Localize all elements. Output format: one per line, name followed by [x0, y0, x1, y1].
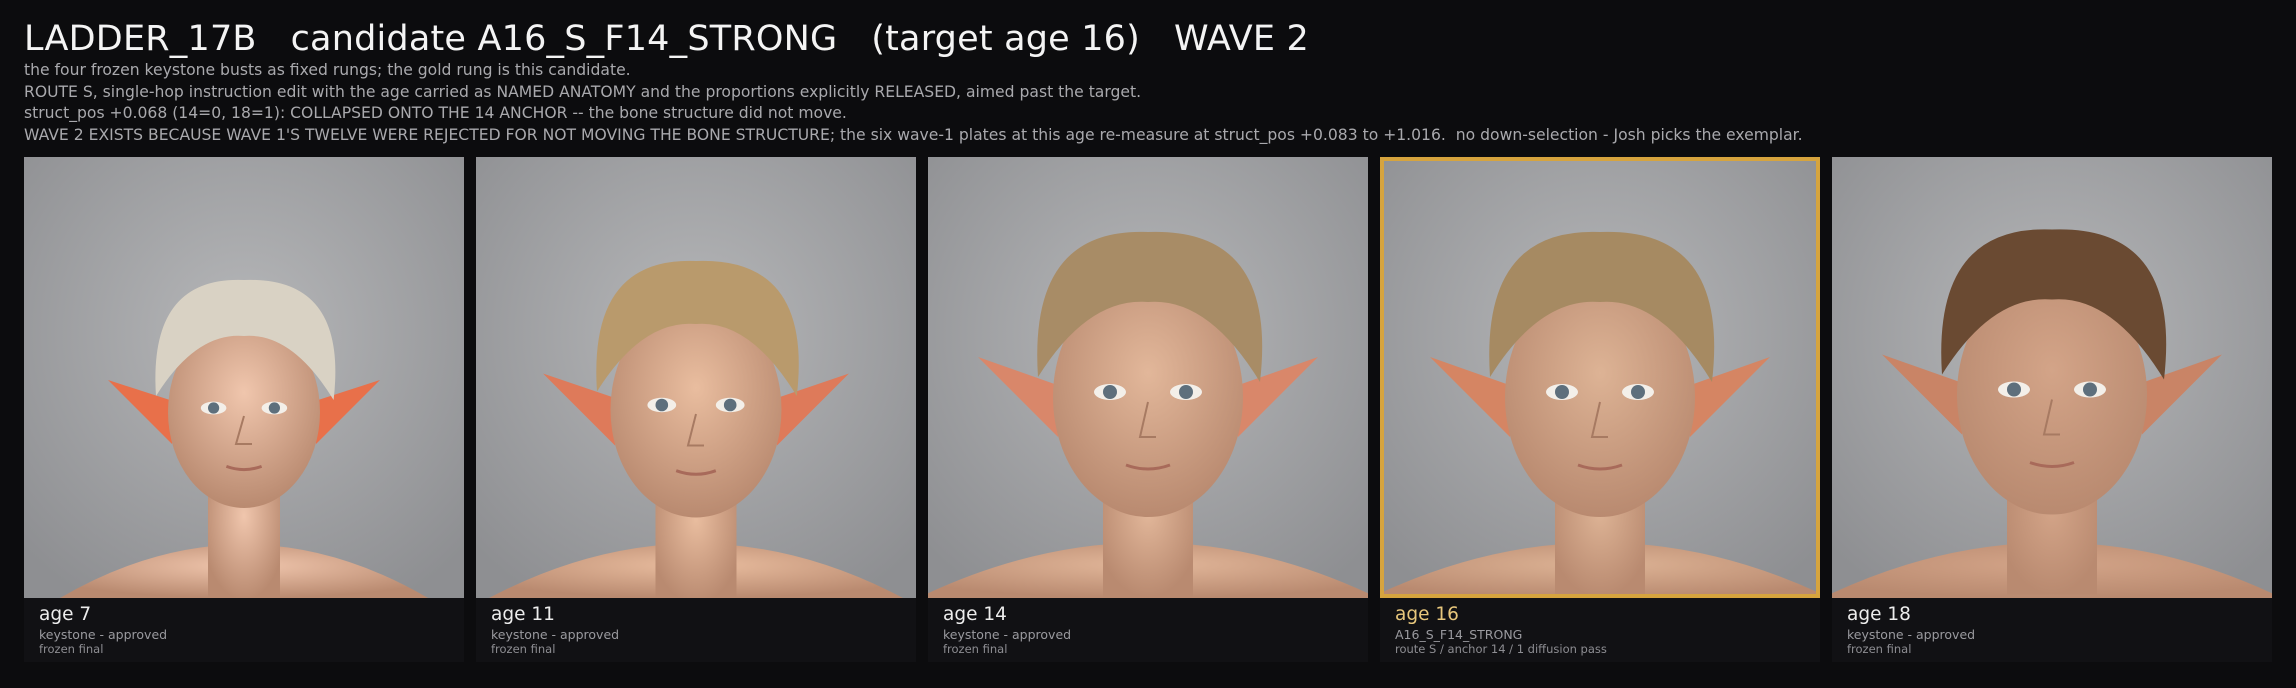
subtitle-line-4: WAVE 2 EXISTS BECAUSE WAVE 1'S TWELVE WE…: [24, 125, 1803, 144]
rung-detail-label: route S / anchor 14 / 1 diffusion pass: [1395, 642, 1607, 656]
portrait-image[interactable]: [24, 157, 464, 598]
rung-age-label: age 11: [491, 604, 555, 625]
rung-age-label: age 7: [39, 604, 92, 625]
rung-caption: age 16 A16_S_F14_STRONG route S / anchor 1…: [1380, 598, 1820, 662]
rung-detail-label: frozen final: [943, 642, 1008, 656]
rung-age-label: age 14: [943, 604, 1007, 625]
portrait-bust-illustration: [1832, 157, 2272, 598]
subtitle-line-2: ROUTE S, single-hop instruction edit wit…: [24, 82, 1142, 101]
portrait-bust-illustration: [476, 157, 916, 598]
rung-caption: age 11 keystone - approved frozen final: [476, 598, 916, 662]
rung-detail-label: frozen final: [39, 642, 104, 656]
portrait-image[interactable]: [1832, 157, 2272, 598]
subtitle-line-1: the four frozen keystone busts as fixed …: [24, 61, 631, 79]
rung-caption: age 18 keystone - approved frozen final: [1832, 598, 2272, 662]
portrait-bust-illustration: [24, 157, 464, 598]
portrait-bust-illustration: [1380, 157, 1820, 598]
rung-status-label: keystone - approved: [1847, 627, 1976, 642]
page-title: LADDER_17B candidate A16_S_F14_STRONG (t…: [24, 19, 1310, 59]
rung-card-3[interactable]: age 14 keystone - approved frozen final: [928, 157, 1368, 663]
rung-status-label: A16_S_F14_STRONG: [1395, 627, 1523, 642]
subtitle-line-3: struct_pos +0.068 (14=0, 18=1): COLLAPSE…: [24, 104, 847, 122]
rung-card-4[interactable]: age 16 A16_S_F14_STRONG route S / anchor 1…: [1380, 157, 1820, 663]
rung-detail-label: frozen final: [1847, 642, 1912, 656]
header: LADDER_17B candidate A16_S_F14_STRONG (t…: [24, 18, 2274, 146]
rung-status-label: keystone - approved: [491, 627, 620, 642]
rung-age-label: age 16: [1395, 604, 1459, 625]
rung-caption: age 14 keystone - approved frozen final: [928, 598, 1368, 662]
rung-card-1[interactable]: age 7 keystone - approved frozen final: [24, 157, 464, 663]
portrait-bust-illustration: [928, 157, 1368, 598]
rung-status-label: keystone - approved: [39, 627, 168, 642]
portrait-image[interactable]: [476, 157, 916, 598]
rung-detail-label: frozen final: [491, 642, 556, 656]
rung-caption: age 7 keystone - approved frozen final: [24, 598, 464, 662]
rung-age-label: age 18: [1847, 604, 1911, 625]
portrait-image[interactable]: [928, 157, 1368, 598]
rung-status-label: keystone - approved: [943, 627, 1072, 642]
rung-card-2[interactable]: age 11 keystone - approved frozen final: [476, 157, 916, 663]
rung-card-5[interactable]: age 18 keystone - approved frozen final: [1832, 157, 2272, 663]
portrait-image[interactable]: [1380, 157, 1820, 598]
